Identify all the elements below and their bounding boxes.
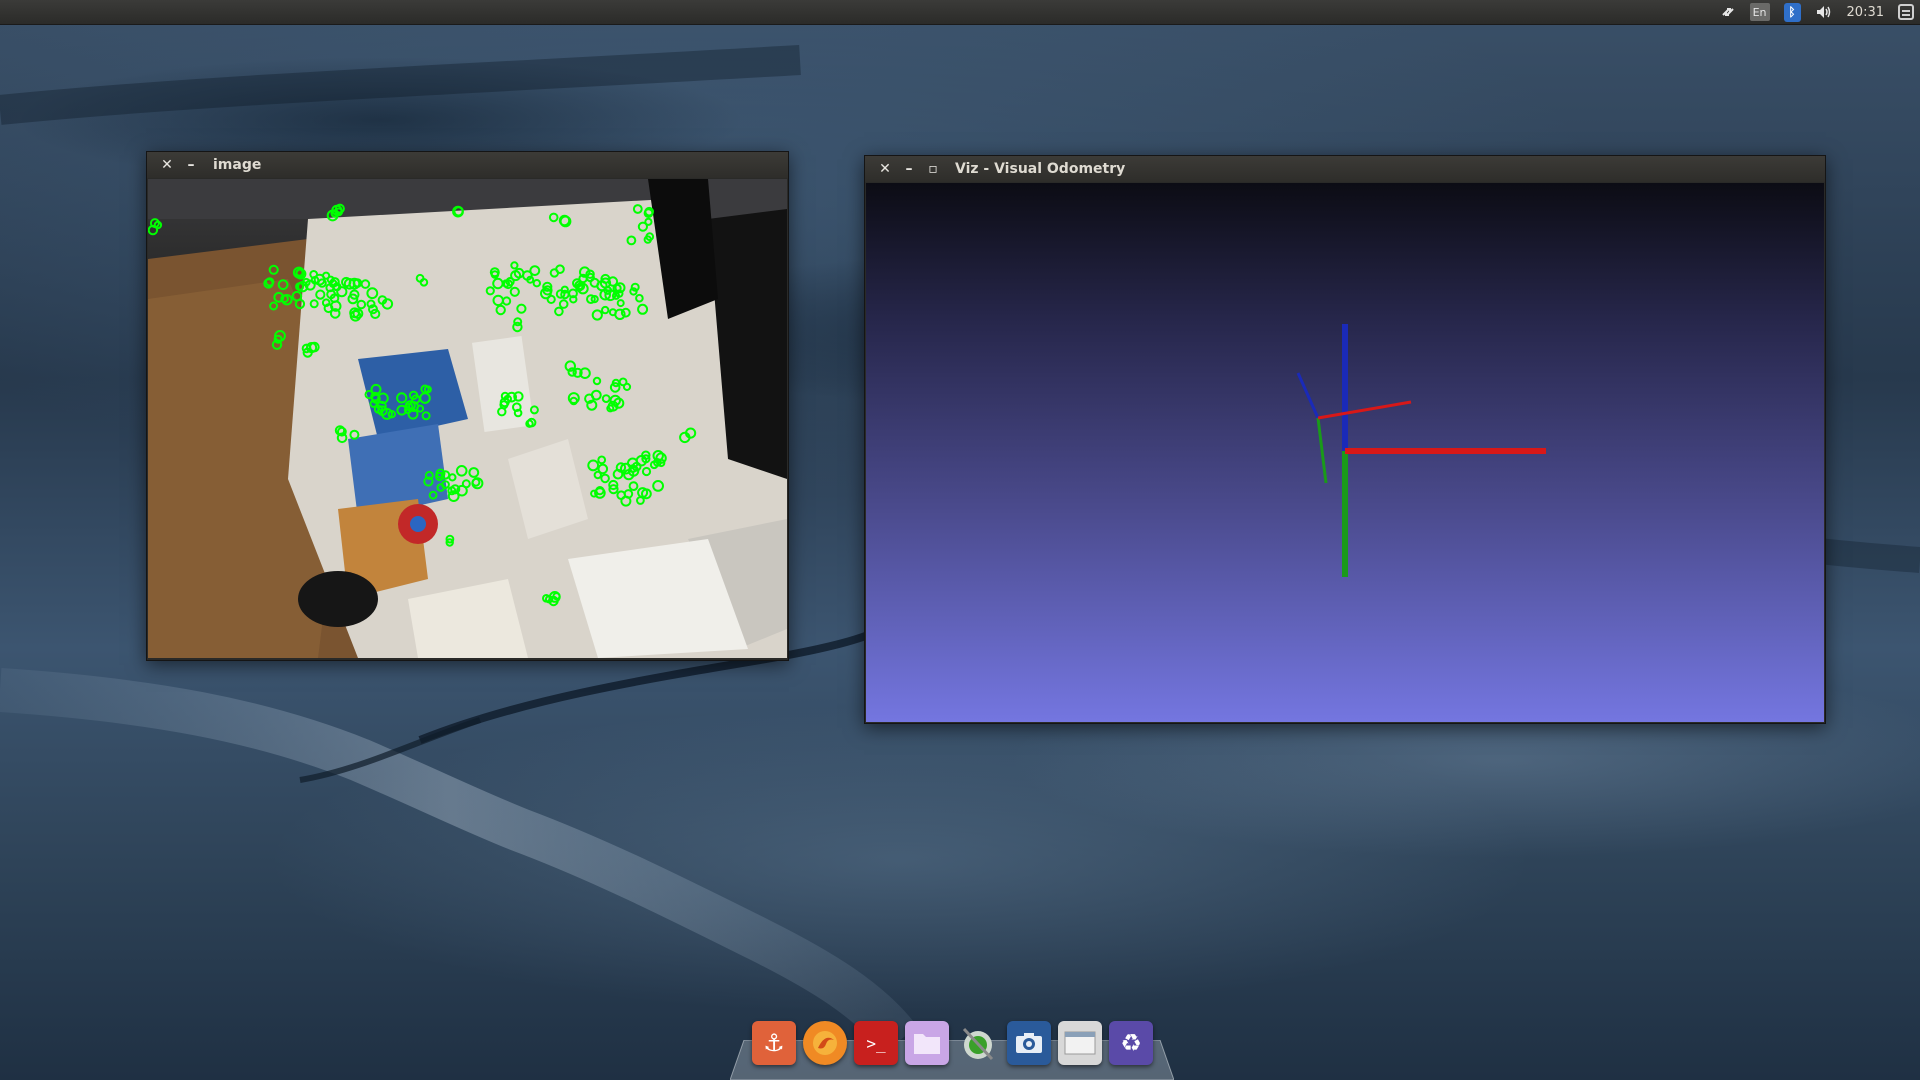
camera-icon[interactable] (1007, 1021, 1051, 1065)
viz-axes-drawing (1296, 324, 1546, 577)
keyboard-layout-icon: En (1749, 3, 1770, 21)
camera-x-axis (1317, 400, 1412, 420)
minimize-icon[interactable]: – (899, 159, 919, 179)
bluetooth-icon: ᛒ (1783, 2, 1801, 22)
terminal-icon[interactable]: >_ (854, 1021, 898, 1065)
dock: ⚓ >_ ♻ (730, 1014, 1174, 1080)
close-icon[interactable]: ✕ (157, 155, 177, 175)
session-menu-icon[interactable] (1898, 0, 1914, 24)
trash-icon[interactable]: ♻ (1109, 1021, 1153, 1065)
camera-y-axis (1316, 417, 1328, 484)
window-glyph (1064, 1031, 1096, 1055)
files-icon[interactable] (905, 1021, 949, 1065)
anchor-glyph: ⚓ (763, 1029, 785, 1057)
camera-frame-drawing (148, 179, 787, 658)
window-icon[interactable] (1058, 1021, 1102, 1065)
folder-glyph (914, 1034, 940, 1054)
image-window[interactable]: ✕ – image (146, 151, 789, 661)
network-transfer-icon[interactable] (1720, 0, 1736, 24)
close-icon[interactable]: ✕ (875, 159, 895, 179)
anchor-icon[interactable]: ⚓ (752, 1021, 796, 1065)
viz-3d-view[interactable] (866, 183, 1824, 722)
settings-glyph (962, 1027, 994, 1061)
camera-glyph (1016, 1033, 1042, 1053)
bluetooth-indicator[interactable]: ᛒ (1783, 0, 1801, 24)
dock-icons: ⚓ >_ ♻ (752, 1021, 1153, 1065)
minimize-icon[interactable]: – (181, 155, 201, 175)
window-title: image (213, 157, 262, 173)
system-settings-icon[interactable] (956, 1021, 1000, 1065)
keyboard-layout-indicator[interactable]: En (1749, 0, 1770, 24)
viz-window[interactable]: ✕ – ▫ Viz - Visual Odometry (864, 155, 1826, 724)
camera-image (148, 179, 787, 658)
firefox-glyph (813, 1031, 837, 1055)
camera-z-axis (1296, 372, 1320, 419)
clock[interactable]: 20:31 (1847, 0, 1884, 24)
viz-window-titlebar[interactable]: ✕ – ▫ Viz - Visual Odometry (865, 156, 1825, 182)
indicator-area: En ᛒ 20:31 (1720, 0, 1914, 24)
maximize-icon[interactable]: ▫ (923, 159, 943, 179)
firefox-icon[interactable] (803, 1021, 847, 1065)
terminal-glyph: >_ (866, 1033, 886, 1053)
top-panel: En ᛒ 20:31 (0, 0, 1920, 25)
recycle-glyph: ♻ (1120, 1029, 1142, 1057)
session-icon-shape (1898, 4, 1914, 20)
window-title: Viz - Visual Odometry (955, 161, 1126, 177)
volume-icon[interactable] (1815, 0, 1833, 24)
image-window-titlebar[interactable]: ✕ – image (147, 152, 788, 178)
